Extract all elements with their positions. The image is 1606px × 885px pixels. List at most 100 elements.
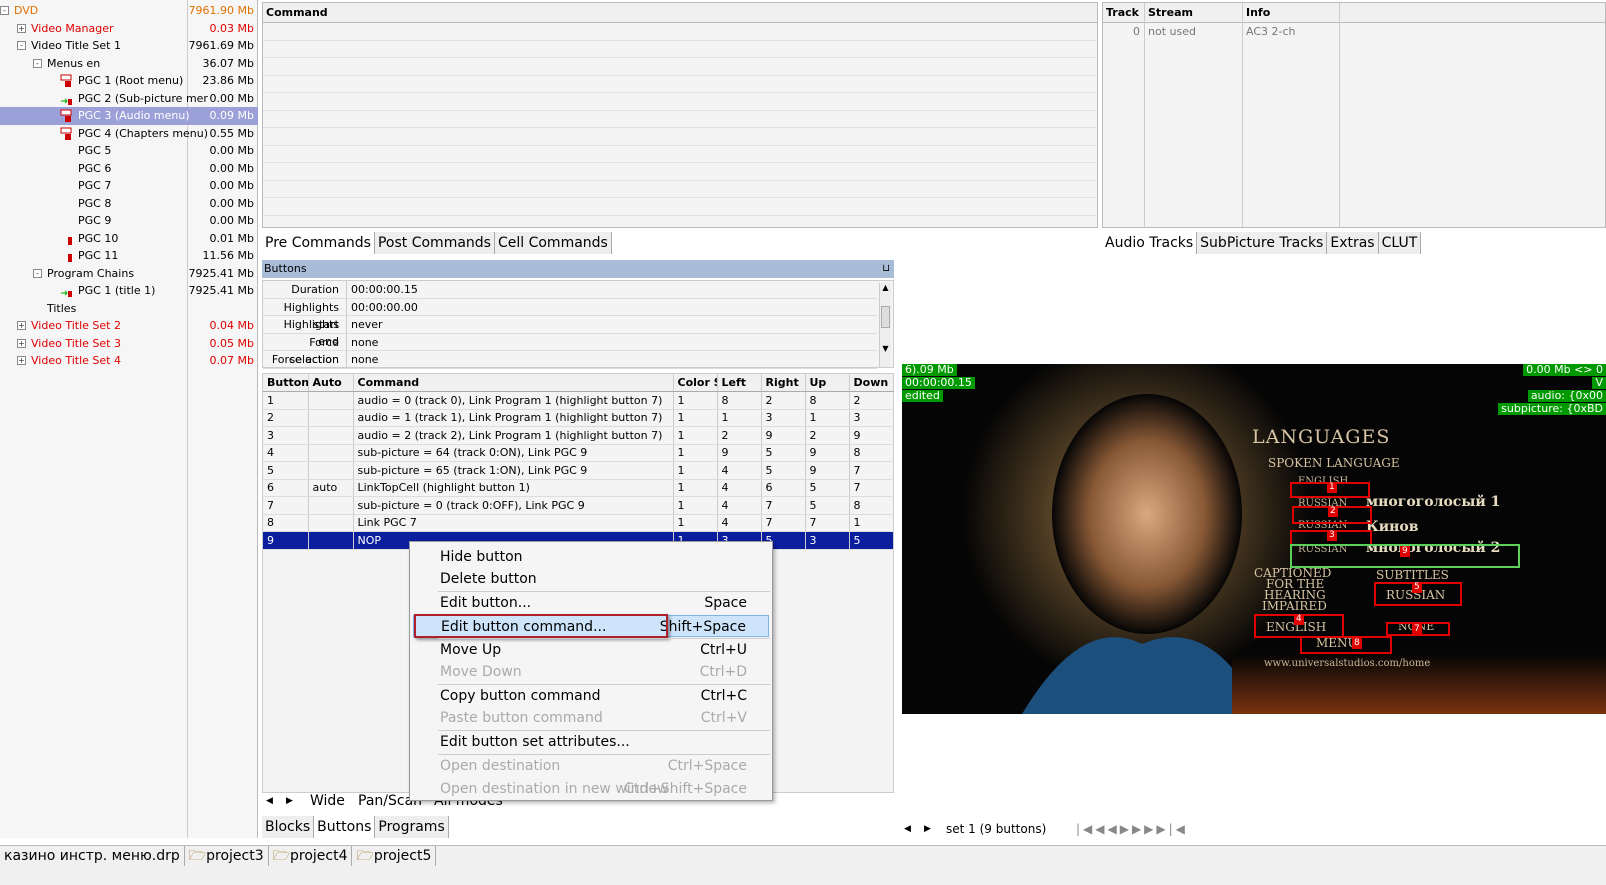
button-row[interactable]: 6 auto LinkTopCell (highlight button 1) 1 4 6… — [263, 479, 894, 497]
project-tab-3[interactable]: 🗁project5 — [352, 846, 437, 866]
menu-item[interactable]: Move Down Ctrl+D — [413, 661, 769, 683]
tree-node[interactable]: + Video Manager 0.03 Mb — [0, 20, 258, 38]
tree-node[interactable]: PGC 3 (Audio menu) 0.09 Mb — [0, 107, 258, 125]
command-row[interactable] — [263, 76, 1097, 93]
playback-controls[interactable]: |◀◀◀▶▶▶▶|◀ — [1076, 820, 1188, 838]
command-row[interactable] — [263, 93, 1097, 111]
command-row[interactable] — [263, 198, 1097, 216]
expand-icon[interactable]: + — [17, 321, 26, 330]
collapse-icon[interactable]: - — [17, 41, 26, 50]
tree-node[interactable]: - DVD 7961.90 Mb — [0, 2, 258, 20]
menu-item[interactable]: Delete button — [413, 568, 769, 590]
button-row[interactable]: 4 sub-picture = 64 (track 0:ON), Link PGC… — [263, 444, 894, 462]
collapse-icon[interactable]: - — [33, 268, 42, 278]
command-grid[interactable]: Command — [262, 2, 1098, 228]
tree-node[interactable]: + Video Title Set 4 0.07 Mb — [0, 352, 258, 370]
tree-node[interactable]: PGC 1 (Root menu) 23.86 Mb — [0, 72, 258, 90]
button-row[interactable]: 7 sub-picture = 0 (track 0:OFF), Link PGC… — [263, 496, 894, 515]
button-cell: 5 — [805, 479, 850, 497]
tree-node[interactable]: PGC 8 0.00 Mb — [0, 195, 258, 213]
expand-icon[interactable]: + — [17, 356, 26, 365]
button-row[interactable]: 5 sub-picture = 65 (track 1:ON), Link PGC… — [263, 461, 894, 480]
tab-wide[interactable]: Wide — [310, 792, 345, 810]
tree-node[interactable]: - Video Title Set 1 7961.69 Mb — [0, 37, 258, 55]
command-row[interactable] — [263, 128, 1097, 146]
tab-programs[interactable]: Programs — [375, 816, 449, 838]
props-scrollbar[interactable]: ▲ ▼ — [879, 283, 891, 367]
tree-node[interactable]: + Video Title Set 3 0.05 Mb — [0, 335, 258, 353]
menu-item[interactable]: Paste button command Ctrl+V — [413, 707, 769, 729]
menu-item[interactable]: Open destination in new window Ctrl+Shift… — [413, 778, 769, 800]
menu-item[interactable]: Open destination Ctrl+Space — [413, 755, 769, 777]
set-prev-icon[interactable]: ◀ — [904, 820, 911, 838]
column-header[interactable]: Color S — [673, 374, 718, 392]
project-tab-1[interactable]: 🗁project3 — [185, 846, 269, 866]
tree-node[interactable]: PGC 11 11.56 Mb — [0, 247, 258, 265]
tree-node[interactable]: PGC 1 (title 1) 7925.41 Mb — [0, 282, 258, 300]
command-row[interactable] — [263, 41, 1097, 58]
tab-cell-commands[interactable]: Cell Commands — [494, 232, 612, 254]
button-row[interactable]: 3 audio = 2 (track 2), Link Program 1 (hi… — [263, 426, 894, 445]
tab-subpicture-tracks[interactable]: SubPicture Tracks — [1197, 232, 1328, 254]
menu-preview[interactable]: LANGUAGES SPOKEN LANGUAGE ENGLISH RUSSIA… — [902, 364, 1606, 714]
command-row[interactable] — [263, 111, 1097, 128]
tree-node[interactable]: PGC 7 0.00 Mb — [0, 177, 258, 195]
tree-node[interactable]: PGC 10 0.01 Mb — [0, 230, 258, 248]
menu-item[interactable]: Edit button set attributes... — [413, 731, 769, 753]
button-row[interactable]: 8 Link PGC 714771 — [263, 514, 894, 532]
tree-node[interactable]: Titles — [0, 300, 258, 318]
project-tab-0[interactable]: казино инстр. меню.drp — [0, 846, 185, 866]
command-row[interactable] — [263, 58, 1097, 76]
column-header[interactable]: Button — [263, 374, 309, 392]
button-row[interactable]: 2 audio = 1 (track 1), Link Program 1 (hi… — [263, 409, 894, 427]
tab-buttons[interactable]: Buttons — [314, 816, 376, 838]
command-row[interactable] — [263, 181, 1097, 198]
tree-node[interactable]: - Menus en 36.07 Mb — [0, 55, 258, 73]
set-tab[interactable]: set 1 (9 buttons) — [946, 820, 1046, 838]
property-row[interactable]: Force action none — [263, 351, 877, 369]
column-header[interactable]: Down — [849, 374, 894, 392]
property-row[interactable]: Highlights start 00:00:00.00 — [263, 298, 877, 331]
column-header[interactable]: Auto — [308, 374, 354, 392]
column-header[interactable]: Right — [761, 374, 806, 392]
tree-node[interactable]: PGC 2 (Sub-picture mer 0.00 Mb — [0, 90, 258, 108]
menu-item[interactable]: Edit button... Space — [413, 592, 769, 614]
tree-node[interactable]: PGC 9 0.00 Mb — [0, 212, 258, 230]
property-row[interactable]: Highlights end never — [263, 316, 877, 348]
property-row[interactable]: Duration 00:00:00.15 — [263, 281, 877, 299]
hl-button-8[interactable] — [1300, 636, 1392, 654]
command-row[interactable] — [263, 23, 1097, 41]
tree-node[interactable]: - Program Chains 7925.41 Mb — [0, 265, 258, 283]
tab-pre-commands[interactable]: Pre Commands — [262, 232, 375, 254]
tree-node[interactable]: PGC 4 (Chapters menu) 0.55 Mb — [0, 125, 258, 143]
tab-post-commands[interactable]: Post Commands — [374, 232, 495, 254]
tracks-grid[interactable]: Track Stream Info 0 not used AC3 2-ch — [1102, 2, 1606, 228]
expand-icon[interactable]: + — [17, 23, 26, 33]
collapse-icon[interactable]: - — [0, 6, 9, 15]
project-tab-2[interactable]: 🗁project4 — [269, 846, 353, 866]
expand-icon[interactable]: + — [17, 338, 26, 348]
column-header[interactable]: Left — [717, 374, 762, 392]
menu-item[interactable]: Hide button — [413, 546, 769, 568]
tab-clut[interactable]: CLUT — [1378, 232, 1422, 254]
tab-blocks[interactable]: Blocks — [262, 816, 315, 838]
command-row[interactable] — [263, 163, 1097, 181]
set-next-icon[interactable]: ▶ — [924, 820, 931, 838]
tree-node[interactable]: PGC 6 0.00 Mb — [0, 160, 258, 178]
tab-extras[interactable]: Extras — [1327, 232, 1379, 254]
tree-node[interactable]: + Video Title Set 2 0.04 Mb — [0, 317, 258, 335]
scroll-left-icon[interactable]: ◀ — [266, 792, 273, 810]
menu-item[interactable]: Move Up Ctrl+U — [413, 639, 769, 661]
pin-icon[interactable]: ⊔ — [882, 260, 890, 278]
tab-audio-tracks[interactable]: Audio Tracks — [1102, 232, 1198, 254]
menu-item[interactable]: Copy button command Ctrl+C — [413, 685, 769, 707]
scroll-right-icon[interactable]: ▶ — [286, 792, 293, 810]
column-header[interactable]: Command — [353, 374, 674, 392]
button-row[interactable]: 1 audio = 0 (track 0), Link Program 1 (hi… — [263, 391, 894, 410]
property-row[interactable]: Force selection none — [263, 333, 877, 366]
tree-node[interactable]: PGC 5 0.00 Mb — [0, 142, 258, 160]
collapse-icon[interactable]: - — [33, 58, 42, 68]
column-header[interactable]: Up — [805, 374, 850, 392]
track-row[interactable]: 0 not used AC3 2-ch — [1103, 23, 1605, 41]
command-row[interactable] — [263, 146, 1097, 163]
